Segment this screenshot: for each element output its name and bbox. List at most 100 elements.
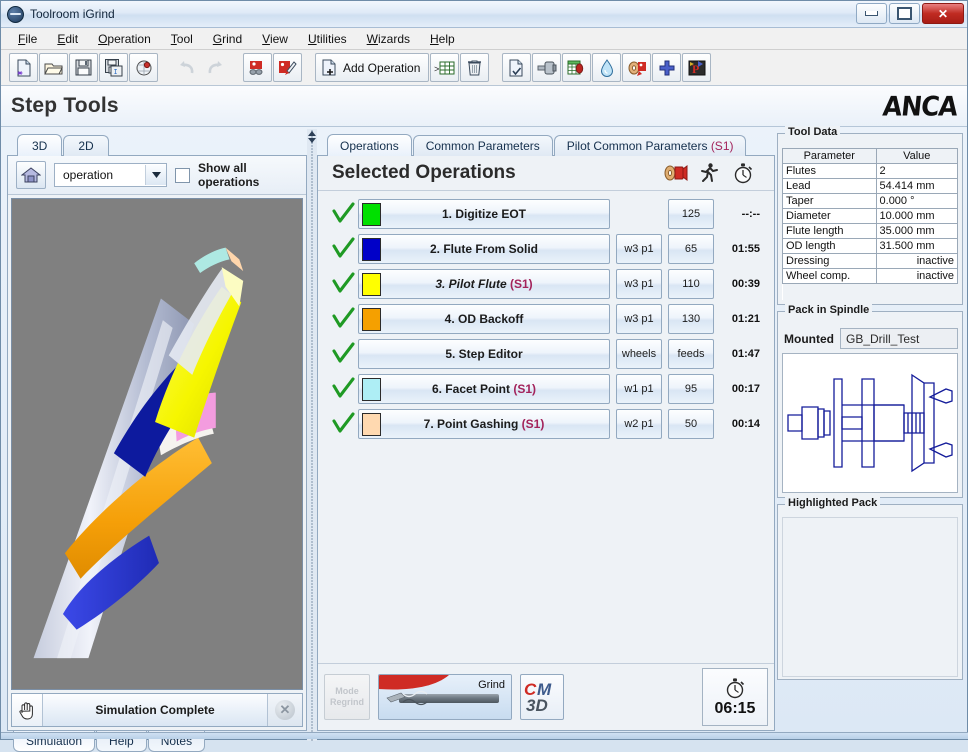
operation-enabled-check[interactable] <box>328 377 358 401</box>
expand-left-icon[interactable] <box>308 138 316 143</box>
table-row[interactable]: Flutes 2 <box>782 163 959 179</box>
grid-icon[interactable]: > <box>430 53 460 82</box>
simulation-stop-button[interactable]: ✕ <box>267 694 302 726</box>
menu-view[interactable]: View <box>253 30 297 48</box>
table-row[interactable]: Diameter 10.000 mm <box>782 208 959 224</box>
operation-feed-button[interactable]: 95 <box>668 374 714 404</box>
split-pane-divider[interactable] <box>307 129 317 741</box>
3d-tool-viewport[interactable] <box>11 198 303 690</box>
divider-arrows[interactable] <box>308 131 316 157</box>
dress-wheel-icon[interactable] <box>273 53 302 82</box>
operation-button[interactable]: 5. Step Editor <box>358 339 610 369</box>
operation-button[interactable]: 2. Flute From Solid <box>358 234 610 264</box>
cim3d-button[interactable]: C M 3D <box>520 674 564 720</box>
undo-icon[interactable] <box>171 53 200 82</box>
new-tool-icon[interactable] <box>502 53 532 82</box>
menu-utilities[interactable]: Utilities <box>299 30 356 48</box>
operation-row[interactable]: 7. Point Gashing (S1) w2 p1 50 00:14 <box>328 409 764 439</box>
highlighted-pack-canvas[interactable] <box>782 517 958 677</box>
close-button[interactable]: ✕ <box>922 3 964 24</box>
operation-feed-button[interactable]: 65 <box>668 234 714 264</box>
operation-button[interactable]: 7. Point Gashing (S1) <box>358 409 610 439</box>
operation-enabled-check[interactable] <box>328 202 358 226</box>
operation-row[interactable]: 2. Flute From Solid w3 p1 65 01:55 <box>328 234 764 264</box>
stopwatch-icon[interactable] <box>726 162 760 184</box>
operation-row[interactable]: 3. Pilot Flute (S1) w3 p1 110 00:39 <box>328 269 764 299</box>
tab-common-parameters[interactable]: Common Parameters <box>412 135 553 156</box>
operation-wheel-button[interactable]: w3 p1 <box>616 269 662 299</box>
operation-wheel-button[interactable]: w1 p1 <box>616 374 662 404</box>
menu-wizards[interactable]: Wizards <box>358 30 419 48</box>
operation-row[interactable]: 5. Step Editor wheels feeds 01:47 <box>328 339 764 369</box>
operation-enabled-check[interactable] <box>328 237 358 261</box>
table-row[interactable]: Dressing inactive <box>782 253 959 269</box>
tab-operations[interactable]: Operations <box>327 134 412 156</box>
operation-enabled-check[interactable] <box>328 342 358 366</box>
save-icon[interactable] <box>69 53 98 82</box>
tab-pilot-common-parameters[interactable]: Pilot Common Parameters (S1) <box>553 135 747 156</box>
operation-feed-button[interactable]: 110 <box>668 269 714 299</box>
tab-2d[interactable]: 2D <box>63 135 109 156</box>
add-operation-button[interactable]: Add Operation <box>315 53 430 82</box>
menu-help[interactable]: Help <box>421 30 464 48</box>
table-row[interactable]: Taper 0.000 ° <box>782 193 959 209</box>
table-row[interactable]: Lead 54.414 mm <box>782 178 959 194</box>
operation-row[interactable]: 4. OD Backoff w3 p1 130 01:21 <box>328 304 764 334</box>
post-icon[interactable]: P <box>682 53 712 82</box>
menu-file[interactable]: FFileile <box>9 30 46 48</box>
operation-feed-button[interactable]: 50 <box>668 409 714 439</box>
operation-row[interactable]: 1. Digitize EOT 125 --:-- <box>328 199 764 229</box>
operation-enabled-check[interactable] <box>328 272 358 296</box>
menu-operation[interactable]: Operation <box>89 30 160 48</box>
open-folder-icon[interactable] <box>39 53 68 82</box>
operation-enabled-check[interactable] <box>328 307 358 331</box>
operation-button[interactable]: 1. Digitize EOT <box>358 199 610 229</box>
operation-wheel-button[interactable]: w3 p1 <box>616 304 662 334</box>
collapse-left-icon[interactable] <box>308 131 316 136</box>
mode-regrind-button[interactable]: Mode Regrind <box>324 674 370 720</box>
table-wheel-icon[interactable] <box>562 53 592 82</box>
minimize-button[interactable] <box>856 3 887 24</box>
menu-edit[interactable]: Edit <box>48 30 87 48</box>
pan-hand-icon[interactable] <box>12 694 43 726</box>
coolant-icon[interactable] <box>592 53 622 82</box>
new-document-icon[interactable] <box>9 53 38 82</box>
operation-button[interactable]: 4. OD Backoff <box>358 304 610 334</box>
wheel-pack-icon[interactable] <box>658 163 692 183</box>
redo-icon[interactable] <box>201 53 230 82</box>
menu-tool[interactable]: Tool <box>162 30 202 48</box>
wheel-pack-diagram[interactable] <box>782 353 958 493</box>
operation-feed-button[interactable]: 130 <box>668 304 714 334</box>
operation-row[interactable]: 6. Facet Point (S1) w1 p1 95 00:17 <box>328 374 764 404</box>
wheel-pack-icon[interactable] <box>243 53 272 82</box>
cim3d-logo-icon: C M 3D <box>524 680 552 715</box>
operation-wheel-button[interactable]: w3 p1 <box>616 234 662 264</box>
operation-enabled-check[interactable] <box>328 412 358 436</box>
table-row[interactable]: Wheel comp. inactive <box>782 268 959 284</box>
operation-combo[interactable]: operation <box>54 163 167 187</box>
run-simulation-icon[interactable] <box>692 162 726 184</box>
save-as-icon[interactable]: I <box>99 53 128 82</box>
menu-grind[interactable]: Grind <box>204 30 251 48</box>
add-operation-label: Add Operation <box>343 60 421 75</box>
maximize-button[interactable] <box>889 3 920 24</box>
operation-wheel-button[interactable]: wheels <box>616 339 662 369</box>
operation-button[interactable]: 3. Pilot Flute (S1) <box>358 269 610 299</box>
table-row[interactable]: Flute length 35.000 mm <box>782 223 959 239</box>
spindle-icon[interactable] <box>532 53 562 82</box>
tab-3d[interactable]: 3D <box>17 134 63 156</box>
grind-button[interactable]: Grind <box>378 674 512 720</box>
operation-button[interactable]: 6. Facet Point (S1) <box>358 374 610 404</box>
mounted-value[interactable]: GB_Drill_Test <box>840 328 958 349</box>
wheel-set-icon[interactable] <box>622 53 652 82</box>
home-view-icon[interactable] <box>16 161 46 189</box>
table-row[interactable]: OD length 31.500 mm <box>782 238 959 254</box>
add-icon[interactable] <box>652 53 682 82</box>
operation-wheel-button[interactable]: w2 p1 <box>616 409 662 439</box>
operation-feed-button[interactable]: 125 <box>668 199 714 229</box>
print-preview-icon[interactable] <box>129 53 158 82</box>
chevron-down-icon[interactable] <box>145 165 166 185</box>
show-all-operations-checkbox[interactable] <box>175 167 190 183</box>
operation-feed-button[interactable]: feeds <box>668 339 714 369</box>
delete-icon[interactable] <box>460 53 490 82</box>
